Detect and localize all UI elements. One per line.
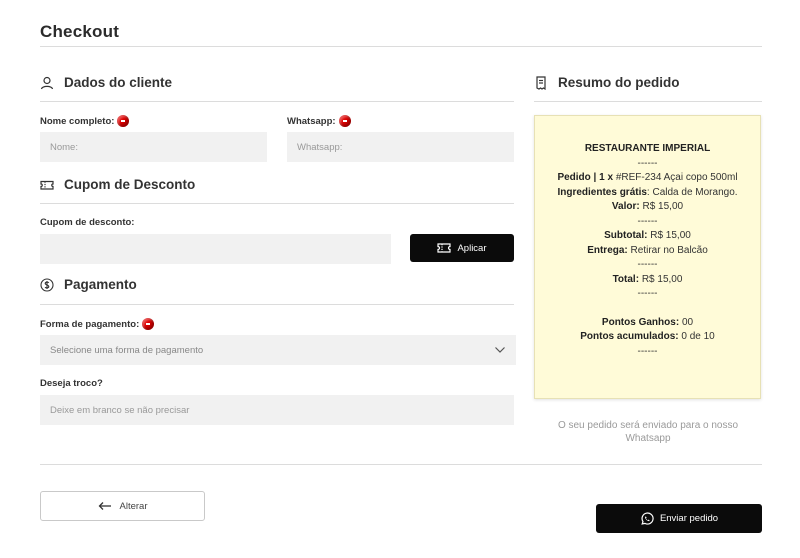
change-input[interactable] <box>40 395 514 425</box>
coupon-divider <box>40 203 514 204</box>
summary-section-heading: Resumo do pedido <box>534 75 680 90</box>
customer-section-heading: Dados do cliente <box>40 75 172 90</box>
required-icon <box>338 115 351 127</box>
payment-divider <box>40 304 514 305</box>
coupon-input[interactable] <box>40 234 391 264</box>
item-value-line: Valor: R$ 15,00 <box>611 201 684 212</box>
dollar-icon <box>40 277 54 292</box>
order-line: Pedido | 1 x #REF-234 Açai copo 500ml <box>557 172 738 183</box>
ingredients-line: Ingredientes grátis: Calda de Morango. <box>557 186 738 198</box>
subtotal-line: Subtotal: R$ 15,00 <box>604 230 691 241</box>
coupon-section-heading: Cupom de Desconto <box>40 177 195 192</box>
required-icon <box>142 318 155 330</box>
chevron-down-icon <box>495 347 505 353</box>
whatsapp-icon <box>641 511 654 525</box>
receipt-divider: ------ <box>637 157 658 169</box>
coupon-heading-text: Cupom de Desconto <box>64 177 196 192</box>
points-earned-line: Pontos Ganhos: 00 <box>601 316 694 328</box>
payment-method-selected: Selecione uma forma de pagamento <box>50 344 204 356</box>
receipt-divider: ------ <box>637 288 658 299</box>
receipt-divider: ------ <box>637 259 658 270</box>
order-receipt: RESTAURANTE IMPERIAL ------ Pedido | 1 x… <box>534 115 761 399</box>
whatsapp-note: O seu pedido será enviado para o nosso W… <box>557 420 739 444</box>
receipt-icon <box>536 75 546 90</box>
summary-divider <box>534 101 762 102</box>
arrow-left-icon <box>98 502 111 510</box>
payment-method-label: Forma de pagamento: <box>40 318 155 330</box>
whatsapp-input[interactable] <box>287 132 514 162</box>
ticket-icon <box>437 243 452 253</box>
page-title: Checkout <box>40 22 120 41</box>
send-button-label: Enviar pedido <box>659 513 719 524</box>
apply-coupon-button[interactable]: Aplicar <box>410 234 514 262</box>
apply-button-label: Aplicar <box>457 242 487 254</box>
send-order-button[interactable]: Enviar pedido <box>596 504 762 533</box>
required-icon <box>117 115 130 127</box>
footer-divider <box>40 464 762 465</box>
user-icon <box>40 76 54 89</box>
title-divider <box>40 46 762 47</box>
back-button-label: Alterar <box>119 500 148 512</box>
ticket-icon <box>40 180 54 190</box>
total-line: Total: R$ 15,00 <box>612 273 683 285</box>
payment-method-select[interactable]: Selecione uma forma de pagamento <box>40 335 516 365</box>
back-button[interactable]: Alterar <box>40 491 205 521</box>
name-label: Nome completo: <box>40 115 130 127</box>
customer-divider <box>40 101 514 102</box>
receipt-divider: ------ <box>637 345 658 357</box>
whatsapp-label: Whatsapp: <box>287 115 351 127</box>
name-input[interactable] <box>40 132 267 162</box>
coupon-label: Cupom de desconto: <box>40 217 135 228</box>
customer-heading-text: Dados do cliente <box>64 75 173 90</box>
delivery-line: Entrega: Retirar no Balcão <box>587 244 708 256</box>
summary-heading-text: Resumo do pedido <box>558 75 680 90</box>
change-label: Deseja troco? <box>40 378 103 389</box>
receipt-divider: ------ <box>637 215 658 227</box>
points-total-line: Pontos acumulados: 0 de 10 <box>580 331 715 342</box>
restaurant-name: RESTAURANTE IMPERIAL <box>584 143 711 154</box>
payment-heading-text: Pagamento <box>64 277 137 292</box>
payment-section-heading: Pagamento <box>40 277 137 292</box>
